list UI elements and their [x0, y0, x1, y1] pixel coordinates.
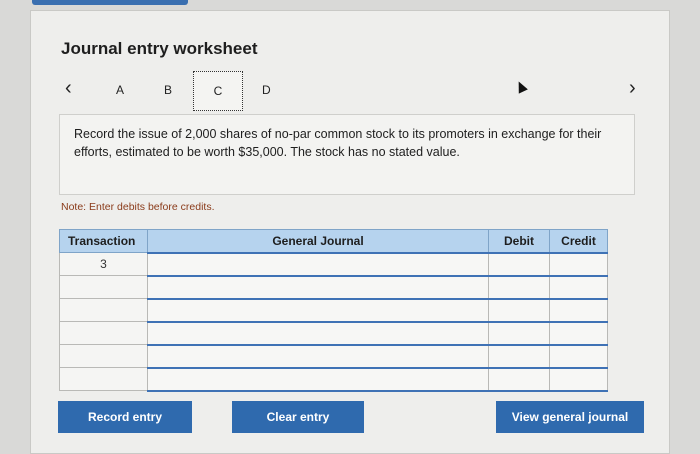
journal-table: Transaction General Journal Debit Credit… — [59, 229, 608, 392]
credit-input[interactable] — [549, 320, 608, 346]
header-transaction: Transaction — [59, 229, 148, 253]
table-row — [59, 343, 608, 369]
instruction-text: Record the issue of 2,000 shares of no-p… — [74, 127, 602, 159]
debit-input[interactable] — [488, 366, 550, 392]
tab-a[interactable]: A — [116, 83, 124, 97]
transaction-cell — [59, 298, 148, 322]
tab-c-selected[interactable]: C — [193, 71, 243, 111]
mouse-pointer-icon — [514, 79, 528, 94]
worksheet-panel: Journal entry worksheet ‹ A B C D › Reco… — [30, 10, 670, 454]
account-input[interactable] — [147, 297, 489, 323]
transaction-cell — [59, 321, 148, 345]
account-input[interactable] — [147, 274, 489, 300]
header-debit: Debit — [488, 229, 550, 253]
table-row — [59, 297, 608, 323]
transaction-cell — [59, 367, 148, 391]
page-title: Journal entry worksheet — [61, 39, 258, 58]
transaction-cell — [59, 275, 148, 299]
tab-d[interactable]: D — [262, 83, 271, 97]
account-input[interactable] — [147, 251, 489, 277]
table-row — [59, 320, 608, 346]
next-arrow-icon[interactable]: › — [629, 77, 636, 100]
debit-input[interactable] — [488, 251, 550, 277]
top-tab-indicator — [32, 0, 188, 5]
table-row — [59, 274, 608, 300]
prev-arrow-icon[interactable]: ‹ — [65, 77, 72, 100]
table-row — [59, 366, 608, 392]
credit-input[interactable] — [549, 251, 608, 277]
header-credit: Credit — [549, 229, 608, 253]
record-entry-button[interactable]: Record entry — [58, 401, 192, 433]
table-row: 3 — [59, 251, 608, 277]
debit-input[interactable] — [488, 320, 550, 346]
debit-input[interactable] — [488, 297, 550, 323]
account-input[interactable] — [147, 320, 489, 346]
debit-input[interactable] — [488, 343, 550, 369]
credit-input[interactable] — [549, 274, 608, 300]
clear-entry-button[interactable]: Clear entry — [232, 401, 364, 433]
table-header-row: Transaction General Journal Debit Credit — [59, 229, 608, 253]
account-input[interactable] — [147, 366, 489, 392]
credit-input[interactable] — [549, 297, 608, 323]
credit-input[interactable] — [549, 366, 608, 392]
instruction-box: Record the issue of 2,000 shares of no-p… — [59, 114, 635, 195]
credit-input[interactable] — [549, 343, 608, 369]
header-general-journal: General Journal — [147, 229, 489, 253]
transaction-cell: 3 — [59, 252, 148, 276]
account-input[interactable] — [147, 343, 489, 369]
note-text: Note: Enter debits before credits. — [61, 201, 215, 213]
debit-input[interactable] — [488, 274, 550, 300]
tab-b[interactable]: B — [164, 83, 172, 97]
view-general-journal-button[interactable]: View general journal — [496, 401, 644, 433]
transaction-cell — [59, 344, 148, 368]
